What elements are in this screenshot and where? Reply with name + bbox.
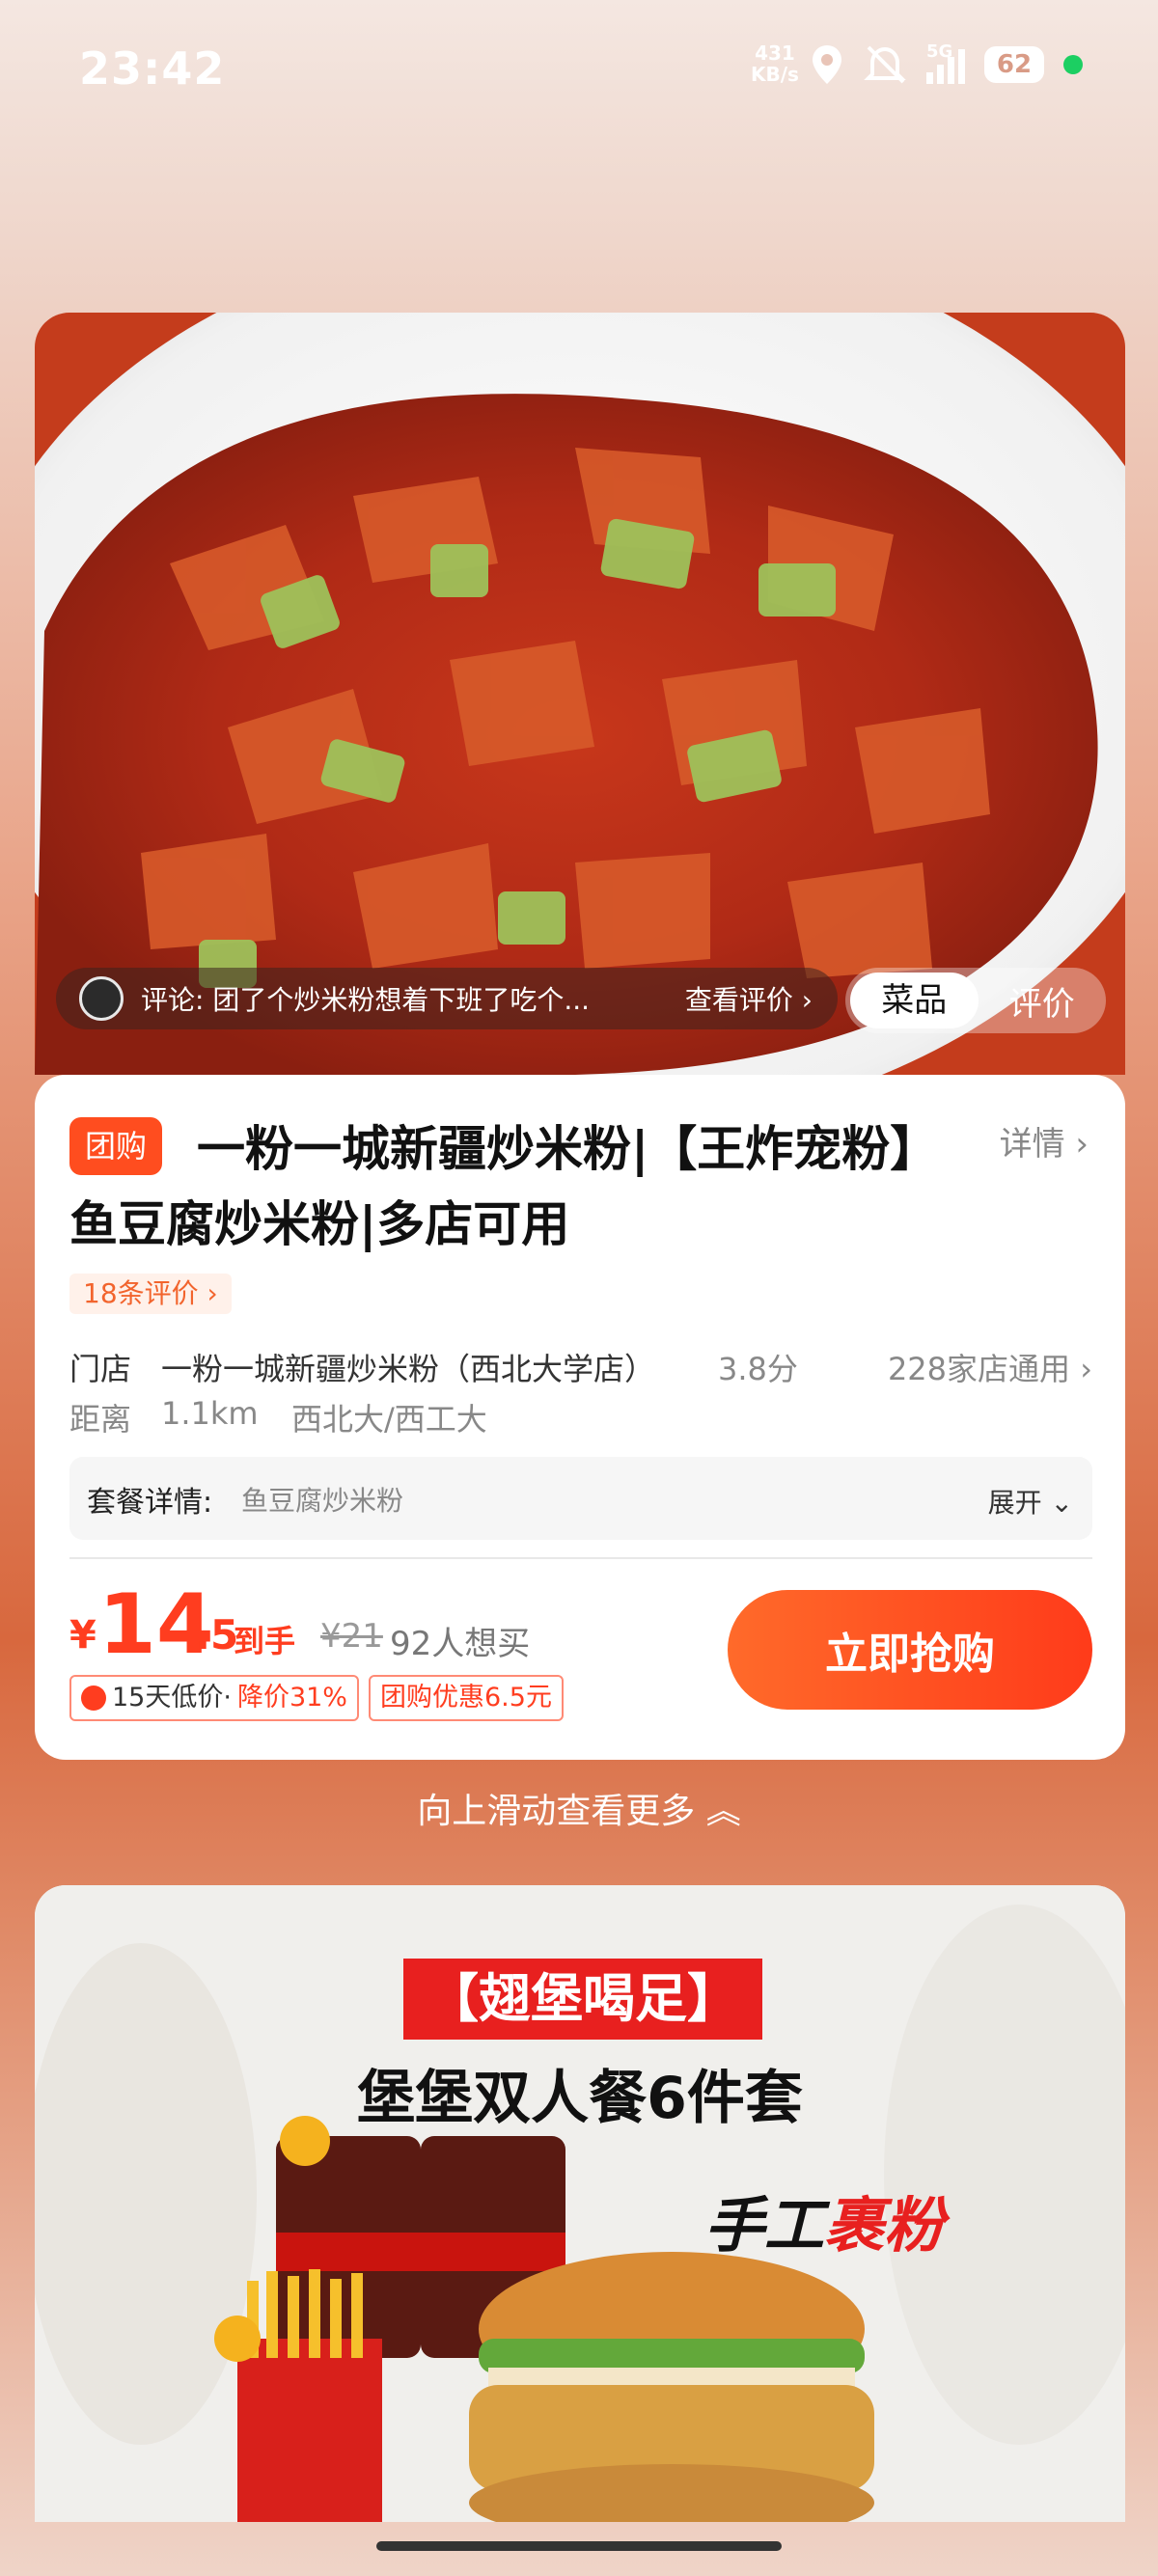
- expand-button[interactable]: 展开 ⌄: [988, 1482, 1073, 1521]
- store-name: 一粉一城新疆炒米粉（西北大学店）: [161, 1351, 656, 1387]
- store-count-label: 228家店通用: [887, 1351, 1071, 1387]
- price-drop-icon: [81, 1685, 106, 1711]
- low-price-tag: 15天低价 · 降价31%: [69, 1675, 359, 1721]
- review-text: 评论: 团了个炒米粉想着下班了吃个...: [141, 984, 591, 1016]
- store-row[interactable]: 门店 一粉一城新疆炒米粉（西北大学店） 3.8分 228家店通用 ›: [69, 1345, 1092, 1387]
- store-label: 门店: [69, 1351, 132, 1387]
- expand-label: 展开: [987, 1487, 1042, 1519]
- promo-card[interactable]: 【翅堡喝足】 堡堡双人餐6件套 手工裹粉: [35, 1885, 1125, 2522]
- package-details[interactable]: 套餐详情: 鱼豆腐炒米粉 展开 ⌄: [69, 1457, 1092, 1540]
- original-price: ¥21: [320, 1617, 383, 1656]
- chevron-down-icon: ⌄: [1050, 1487, 1073, 1519]
- net-speed-value: 431: [755, 41, 795, 65]
- chevron-right-icon: ›: [207, 1277, 218, 1309]
- promo-handwritten-label: 手工裹粉: [704, 2177, 944, 2263]
- discount-tag: 团购优惠6.5元: [369, 1675, 564, 1721]
- distance-row: 距离 1.1km 西北大/西工大: [69, 1395, 1092, 1438]
- review-snippet[interactable]: 评论: 团了个炒米粉想着下班了吃个... 查看评价 ›: [56, 968, 838, 1029]
- chevron-double-up-icon: ︽: [705, 1792, 741, 1831]
- net-speed: 431 KB/s: [751, 42, 799, 85]
- status-bar: 23:42 431 KB/s 5G 62: [0, 0, 1158, 145]
- area-value: 西北大/西工大: [291, 1401, 487, 1438]
- promo-badge: 【翅堡喝足】: [403, 1959, 762, 2040]
- dish-illustration: [35, 313, 1125, 1075]
- swipe-up-hint[interactable]: 向上滑动查看更多 ︽: [0, 1783, 1158, 1833]
- view-reviews-link[interactable]: 查看评价 ›: [685, 979, 813, 1018]
- signal-icon: 5G: [926, 41, 965, 84]
- details-label: 详情: [999, 1125, 1065, 1164]
- store-count[interactable]: 228家店通用 ›: [888, 1345, 1092, 1389]
- signal-label: 5G: [926, 41, 953, 62]
- deal-title: 一粉一城新疆炒米粉|【王炸宠粉】鱼豆腐炒米粉|多店可用: [69, 1121, 915, 1252]
- view-reviews-label: 查看评价: [684, 984, 793, 1016]
- location-icon: [813, 45, 841, 84]
- divider: [69, 1557, 1092, 1559]
- swipe-hint-label: 向上滑动查看更多: [417, 1792, 696, 1831]
- price-suffix: 到手: [234, 1623, 296, 1659]
- store-rating: 3.8分: [718, 1351, 798, 1387]
- package-label: 套餐详情:: [87, 1486, 213, 1520]
- price-drop-percent: 降价31%: [236, 1683, 347, 1713]
- chevron-right-icon: ›: [1080, 1351, 1092, 1387]
- details-link[interactable]: 详情 ›: [1000, 1117, 1089, 1165]
- chevron-right-icon: ›: [1075, 1125, 1089, 1164]
- low-price-label: 15天低价: [112, 1683, 224, 1713]
- low-price-separator: ·: [223, 1683, 232, 1713]
- tab-dish[interactable]: 菜品: [850, 973, 979, 1028]
- buy-now-button[interactable]: 立即抢购: [728, 1590, 1092, 1710]
- distance-label: 距离: [69, 1401, 132, 1438]
- review-count-label: 18条评价: [83, 1277, 199, 1309]
- status-icons: 5G 62: [811, 41, 1083, 89]
- promo-hand-first: 手工: [704, 2190, 825, 2261]
- promo-title: 堡堡双人餐6件套: [357, 2065, 803, 2132]
- reviewer-avatar: [79, 976, 124, 1021]
- net-speed-unit: KB/s: [751, 63, 799, 86]
- price-decimal: .5: [195, 1611, 239, 1658]
- dish-image[interactable]: [35, 313, 1125, 1075]
- battery-indicator: 62: [984, 46, 1044, 83]
- privacy-dot-icon: [1063, 55, 1083, 74]
- currency-symbol: ¥: [69, 1613, 96, 1658]
- promo-hand-second: 裹粉: [824, 2190, 945, 2261]
- mute-bell-icon: [864, 45, 906, 84]
- chevron-right-icon: ›: [801, 984, 813, 1016]
- status-time: 23:42: [79, 42, 226, 95]
- deal-info-card: 一粉一城新疆炒米粉|【王炸宠粉】鱼豆腐炒米粉|多店可用 团购 详情 › 18条评…: [35, 1075, 1125, 1760]
- tab-reviews[interactable]: 评价: [979, 977, 1107, 1025]
- home-indicator[interactable]: [376, 2541, 782, 2551]
- wants-count: 92人想买: [390, 1625, 531, 1663]
- review-count-tag[interactable]: 18条评价 ›: [69, 1274, 232, 1314]
- group-buy-badge: 团购: [69, 1117, 163, 1175]
- package-value: 鱼豆腐炒米粉: [241, 1485, 404, 1517]
- distance-value: 1.1km: [161, 1395, 259, 1432]
- media-segment-control[interactable]: 菜品 评价: [845, 968, 1106, 1033]
